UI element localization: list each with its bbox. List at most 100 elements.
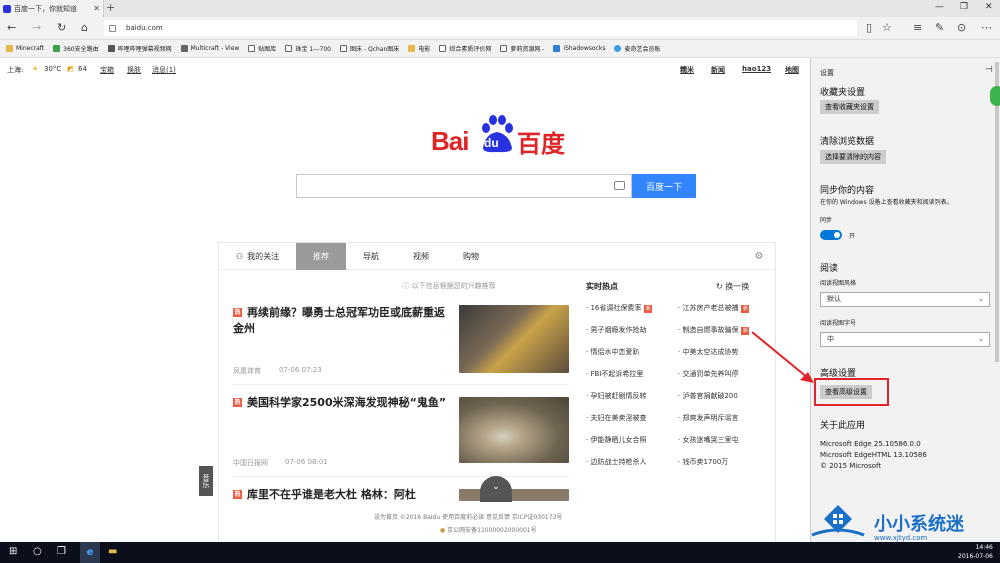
hot-badge: 热 <box>233 398 242 407</box>
favorite-item[interactable]: 珠宝 1---700 <box>285 44 331 53</box>
hot-item[interactable]: · 伊能静晒儿女合照 <box>586 435 646 445</box>
choose-clear-button[interactable]: 选择要清除的内容 <box>820 150 886 164</box>
hot-item[interactable]: · 中美太空达成协势 <box>678 347 738 357</box>
favorite-item[interactable]: 图床 - Qchan图床 <box>340 44 399 53</box>
hot-item[interactable]: · 边防战士持枪杀人 <box>586 457 646 467</box>
favorite-item[interactable]: 电影 <box>408 44 430 53</box>
news-image[interactable] <box>459 305 569 373</box>
camera-icon[interactable] <box>614 181 625 190</box>
hot-item[interactable]: · 男子烟瘾发作抢劫 <box>586 325 646 335</box>
favorites-bar: Minecraft 360安全路由 哔哩哔哩弹幕视频网 Multicraft -… <box>0 40 1000 58</box>
collapse-chevron-icon[interactable]: ⌄ <box>480 476 512 502</box>
share-icon[interactable]: ⊙ <box>957 21 966 34</box>
hot-item[interactable]: · 制造自燃事故骗保新 <box>678 325 750 335</box>
hot-item[interactable]: · 郑爽发声明斥谣言 <box>678 413 738 423</box>
file-explorer-icon[interactable]: ▬ <box>108 546 117 557</box>
tab-recommend[interactable]: 推荐 <box>296 243 346 270</box>
settings-gear-icon[interactable]: ⚙ <box>747 243 771 270</box>
hot-item[interactable]: · 交通罚单先养叫停 <box>678 369 738 379</box>
favorite-item[interactable]: Multicraft - View <box>180 45 239 52</box>
aqi-icon: ◩ <box>67 65 74 73</box>
web-note-icon[interactable]: ✎ <box>935 21 944 34</box>
reading-font-select[interactable]: 中 ⌄ <box>820 332 990 347</box>
news-title[interactable]: 热库里不在乎谁是老大杜 格林：阿杜 <box>233 487 453 501</box>
floating-green-icon[interactable] <box>990 86 1000 106</box>
weather-temp: 30°C <box>44 65 62 73</box>
more-icon[interactable]: ⋯ <box>981 21 992 34</box>
nuomi-link[interactable]: 糯米 <box>680 65 694 75</box>
favorite-item[interactable]: 贴图库 <box>248 44 276 53</box>
clear-data-heading: 清除浏览数据 <box>820 137 875 147</box>
hot-item[interactable]: · 16省调社保费率新 <box>586 303 653 313</box>
news-time: 07-06 08:01 <box>285 458 328 466</box>
tab-navigation[interactable]: 导航 <box>346 243 396 270</box>
favorite-item[interactable]: Minecraft <box>6 45 44 52</box>
map-link[interactable]: 地图 <box>785 65 799 75</box>
music-button[interactable]: 音乐 <box>199 466 213 496</box>
message-link[interactable]: 消息(1) <box>152 65 176 75</box>
hot-item[interactable]: · 夫妇在美卖淫被查 <box>586 413 646 423</box>
reading-view-icon[interactable]: ▯ <box>866 21 872 34</box>
tab-video[interactable]: 视频 <box>396 243 446 270</box>
hot-item[interactable]: · 钱币卖1700万 <box>678 457 728 467</box>
refresh-link[interactable]: ↻ 换一换 <box>716 281 749 292</box>
browser-tab[interactable]: 百度一下，你就知道 ✕ <box>0 0 104 17</box>
view-favorites-settings-button[interactable]: 查看收藏夹设置 <box>820 100 879 114</box>
url-field[interactable]: baidu.com <box>104 20 857 36</box>
hot-item[interactable]: · 情侣水中恋爱趴 <box>586 347 639 357</box>
user-icon: ⚇ <box>235 252 244 261</box>
news-source: 凤凰体育 <box>233 367 261 375</box>
footer-links[interactable]: 设为首页 ©2016 Baidu 使用百度前必读 意见反馈 京ICP证03017… <box>374 512 562 521</box>
news-title[interactable]: 热再续前缘？曝勇士总冠军功臣或底薪重返金州 <box>233 305 453 337</box>
baidu-logo[interactable]: Bai du 百度 <box>431 114 567 158</box>
favorite-star-icon[interactable]: ☆ <box>882 21 892 34</box>
tab-shopping[interactable]: 购物 <box>446 243 496 270</box>
home-icon[interactable]: ⌂ <box>81 21 88 34</box>
tab-my-follow[interactable]: ⚇ 我的关注 <box>219 243 296 270</box>
start-windows-icon[interactable]: ⊞ <box>9 546 17 557</box>
treasure-link[interactable]: 宝箱 <box>100 65 114 75</box>
close-tab-icon[interactable]: ✕ <box>90 4 103 13</box>
hot-item[interactable]: · FBI不起诉希拉里 <box>586 369 643 379</box>
pin-icon[interactable]: ⊣ <box>985 65 993 75</box>
close-window-icon[interactable]: ✕ <box>985 2 993 12</box>
hot-item[interactable]: · 泸普官捐献破200 <box>678 391 738 401</box>
edge-icon[interactable]: e <box>80 542 100 563</box>
search-icon[interactable]: ○ <box>33 546 42 557</box>
favorite-item[interactable]: 综合素质评价网 <box>439 44 491 53</box>
news-image[interactable] <box>459 397 569 463</box>
task-view-icon[interactable]: ❒ <box>57 546 66 557</box>
hub-icon[interactable]: ≡ <box>913 21 922 34</box>
forward-icon[interactable]: → <box>32 21 41 34</box>
news-title[interactable]: 热美国科学家2500米深海发现神秘“鬼鱼” <box>233 395 453 411</box>
about-edgehtml-version: Microsoft EdgeHTML 13.10586 <box>820 451 927 459</box>
news-link[interactable]: 新闻 <box>711 65 725 75</box>
hot-item[interactable]: · 江苏房产老总被捕新 <box>678 303 750 313</box>
hot-title: 实时热点 <box>586 282 618 291</box>
search-button[interactable]: 百度一下 <box>632 174 696 198</box>
logo-bai: Bai <box>431 126 469 156</box>
skin-link[interactable]: 换肤 <box>127 65 141 75</box>
settings-title: 设置 <box>820 69 834 77</box>
clock: 14:46 2016-07-06 <box>958 543 993 561</box>
favorite-item[interactable]: 麦奇艺会员账 <box>614 44 660 53</box>
hot-item[interactable]: · 女孩迷嘴哭三里屯 <box>678 435 738 445</box>
hot-item[interactable]: · 孕妇被赶剧情反转 <box>586 391 646 401</box>
favorite-item[interactable]: iShadowsocks <box>553 45 605 52</box>
favorite-item[interactable]: 360安全路由 <box>53 44 99 53</box>
back-icon[interactable]: ← <box>7 21 16 34</box>
logo-du: du <box>484 136 499 150</box>
maximize-icon[interactable]: ❐ <box>960 2 968 12</box>
reading-style-select[interactable]: 默认 ⌄ <box>820 292 990 307</box>
footer-beian[interactable]: ● 京公网安备11000002000001号 <box>440 525 537 534</box>
search-input[interactable] <box>296 174 632 198</box>
minimize-icon[interactable]: — <box>935 2 944 12</box>
favorite-item[interactable]: 哔哩哔哩弹幕视频网 <box>107 44 172 53</box>
favorite-item[interactable]: 萝莉资源网 - <box>500 44 544 53</box>
hao123-link[interactable]: hao123 <box>742 65 771 73</box>
settings-scrollbar[interactable] <box>995 62 999 362</box>
sync-toggle[interactable] <box>820 230 842 240</box>
news-image[interactable] <box>459 489 569 501</box>
new-tab-icon[interactable]: + <box>106 1 115 14</box>
refresh-icon[interactable]: ↻ <box>57 21 66 34</box>
